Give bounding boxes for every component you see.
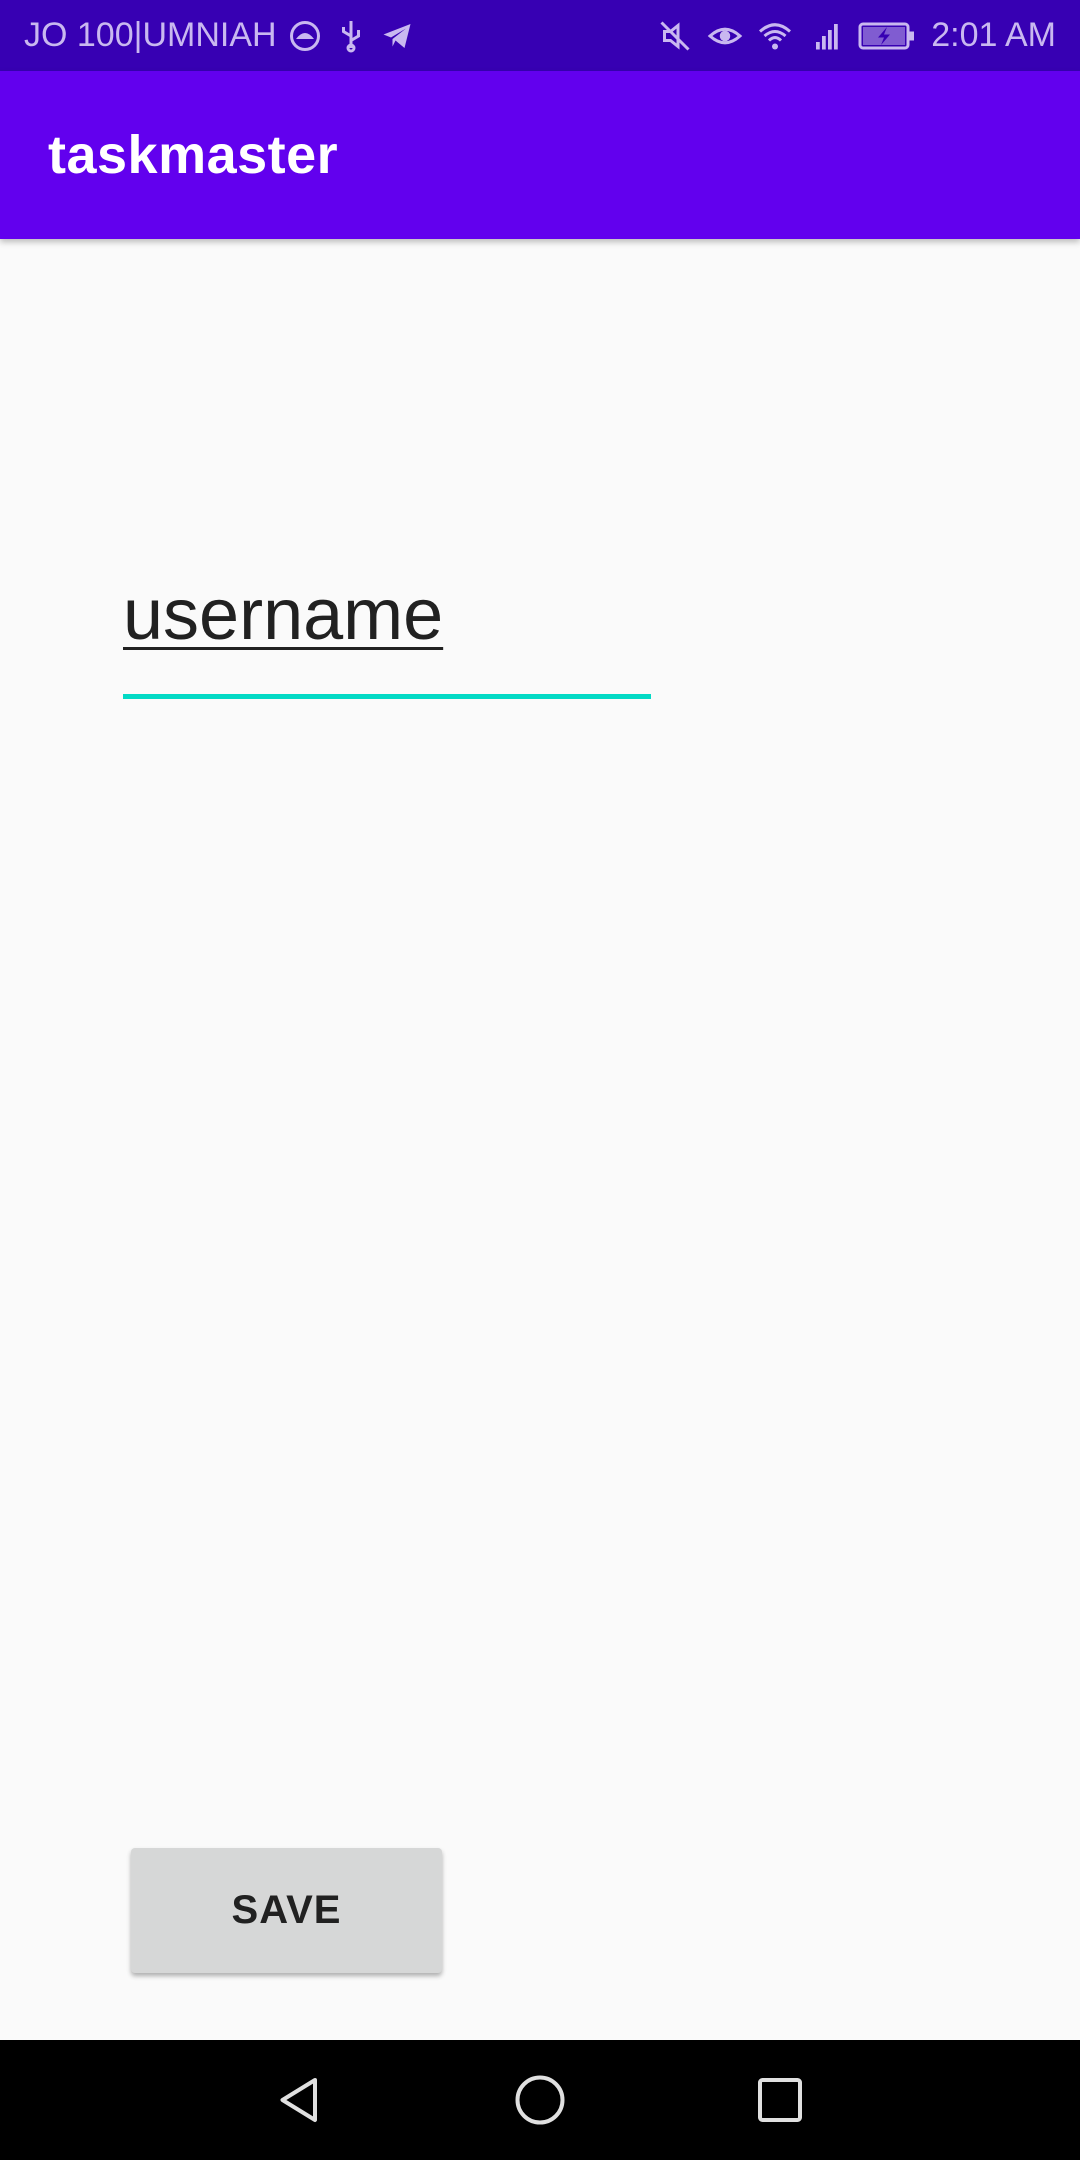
eye-icon: [707, 18, 743, 54]
back-icon[interactable]: [270, 2070, 330, 2130]
recents-icon[interactable]: [750, 2070, 810, 2130]
home-icon[interactable]: [510, 2070, 570, 2130]
username-input-text[interactable]: username: [123, 574, 443, 656]
save-button-label: SAVE: [231, 1888, 342, 1932]
mute-icon: [657, 18, 693, 54]
save-button[interactable]: SAVE: [131, 1848, 442, 1973]
status-bar: JO 100|UMNIAH 2:01 AM: [0, 0, 1080, 71]
clock: 2:01 AM: [931, 16, 1056, 54]
circle-logo-icon: [287, 18, 323, 54]
telegram-icon: [379, 18, 415, 54]
usb-icon: [333, 18, 369, 54]
username-input[interactable]: username: [123, 560, 651, 700]
input-focus-underline: [123, 694, 651, 699]
wifi-icon: [757, 18, 793, 54]
app-title: taskmaster: [48, 125, 339, 185]
status-right: 2:01 AM: [657, 16, 1056, 55]
carrier-label: JO 100|UMNIAH: [24, 16, 277, 54]
battery-charging-icon: [857, 18, 917, 54]
status-left: JO 100|UMNIAH: [24, 16, 415, 55]
navigation-bar: [0, 2040, 1080, 2160]
app-bar: taskmaster: [0, 71, 1080, 239]
4g-signal-icon: [807, 18, 843, 54]
